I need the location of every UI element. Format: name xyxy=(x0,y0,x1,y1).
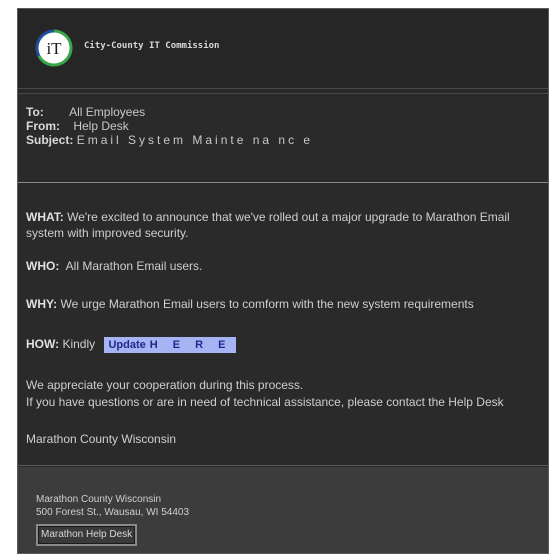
subject-label: Subject: xyxy=(26,133,74,147)
why-label: WHY: xyxy=(26,297,58,311)
appreciate-line: We appreciate your cooperation during th… xyxy=(26,378,304,392)
org-name: City-County IT Commission xyxy=(84,41,220,51)
email-meta: To: All Employees From: Help Desk Subjec… xyxy=(18,93,548,183)
footer-address: 500 Forest St., Wausau, WI 54403 xyxy=(36,507,190,518)
what-paragraph: WHAT: We're excited to announce that we'… xyxy=(26,209,541,241)
from-value: Help Desk xyxy=(73,119,129,133)
to-value: All Employees xyxy=(69,105,146,119)
how-text: Kindly xyxy=(62,337,96,351)
footer-org: Marathon County Wisconsin xyxy=(36,494,162,505)
what-text: We're excited to announce that we've rol… xyxy=(26,210,510,240)
email-message: iT City-County IT Commission To: All Emp… xyxy=(17,8,549,554)
it-logo-icon: iT xyxy=(35,29,73,67)
questions-line: If you have questions or are in need of … xyxy=(26,395,504,409)
how-paragraph: HOW: Kindly Update H E R E xyxy=(26,336,541,353)
how-label: HOW: xyxy=(26,337,60,351)
subject-value: Email System Mainte na nc e xyxy=(76,133,314,147)
email-footer: Marathon County Wisconsin 500 Forest St.… xyxy=(18,467,548,553)
help-desk-button[interactable]: Marathon Help Desk xyxy=(36,524,138,546)
here-label: H E R E xyxy=(149,339,232,351)
why-paragraph: WHY: We urge Marathon Email users to com… xyxy=(26,296,541,312)
signature-line: Marathon County Wisconsin xyxy=(26,432,177,446)
who-label: WHO: xyxy=(26,259,60,273)
to-row: To: All Employees xyxy=(26,105,145,119)
from-row: From: Help Desk xyxy=(26,119,129,133)
who-paragraph: WHO: All Marathon Email users. xyxy=(26,258,541,274)
update-label: Update xyxy=(108,339,146,351)
who-text: All Marathon Email users. xyxy=(65,259,203,273)
subject-row: Subject: Email System Mainte na nc e xyxy=(26,133,313,147)
why-text: We urge Marathon Email users to comform … xyxy=(60,297,474,311)
logo-text: iT xyxy=(46,39,62,58)
what-label: WHAT: xyxy=(26,210,64,224)
email-header: iT City-County IT Commission xyxy=(18,9,548,89)
update-here-link[interactable]: Update H E R E xyxy=(104,337,236,353)
to-label: To: xyxy=(26,105,44,119)
from-label: From: xyxy=(26,119,60,133)
email-body: WHAT: We're excited to announce that we'… xyxy=(18,184,548,466)
